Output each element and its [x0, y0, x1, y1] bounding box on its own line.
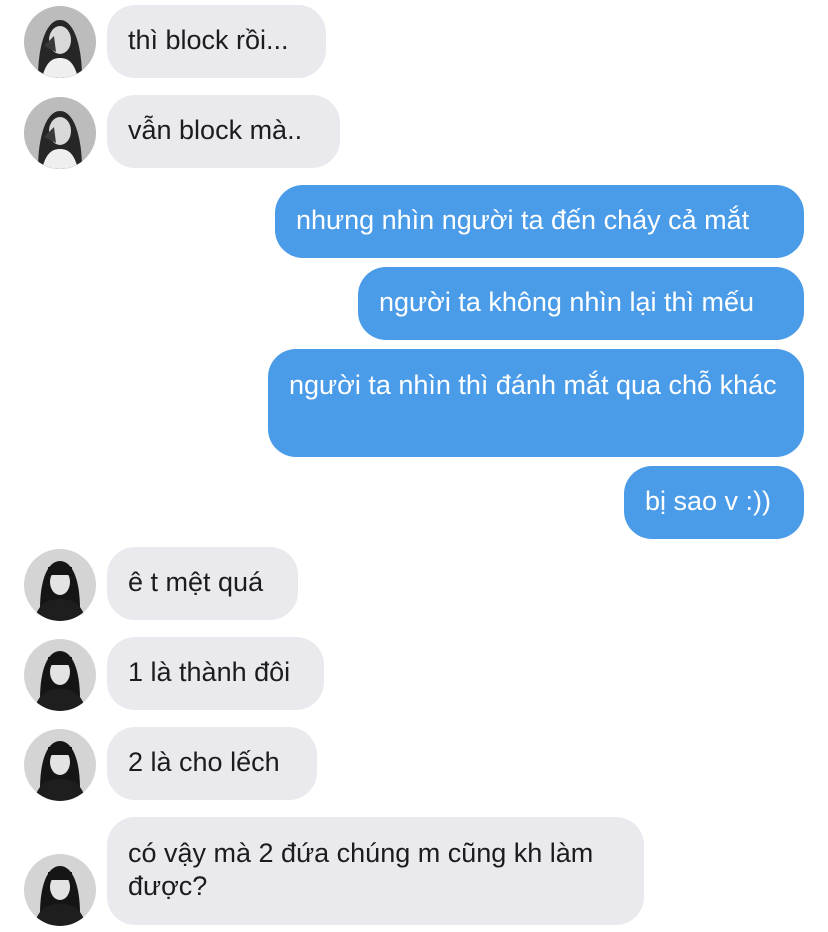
message-bubble-incoming[interactable]: 2 là cho lếch	[107, 727, 317, 800]
message-text: có vậy mà 2 đứa chúng m cũng kh làm được…	[128, 838, 594, 901]
user-avatar-photo-icon	[24, 549, 96, 621]
contact-avatar-b[interactable]	[24, 639, 96, 711]
message-text: người ta nhìn thì đánh mắt qua chỗ khác	[289, 370, 777, 400]
message-text: ê t mệt quá	[128, 567, 264, 597]
message-bubble-incoming[interactable]: vẫn block mà..	[107, 95, 340, 168]
contact-avatar-a[interactable]	[24, 6, 96, 78]
message-text: người ta không nhìn lại thì mếu	[379, 287, 755, 317]
message-bubble-incoming[interactable]: ê t mệt quá	[107, 547, 298, 620]
message-text: 2 là cho lếch	[128, 747, 280, 777]
user-avatar-photo-icon	[24, 729, 96, 801]
message-text: thì block rồi...	[128, 25, 289, 55]
message-bubble-outgoing[interactable]: bị sao v :))	[624, 466, 804, 539]
message-text: vẫn block mà..	[128, 115, 303, 145]
user-avatar-photo-icon	[24, 6, 96, 78]
message-text: 1 là thành đôi	[128, 657, 291, 687]
user-avatar-photo-icon	[24, 97, 96, 169]
message-bubble-incoming[interactable]: có vậy mà 2 đứa chúng m cũng kh làm được…	[107, 817, 644, 925]
contact-avatar-b[interactable]	[24, 729, 96, 801]
contact-avatar-a[interactable]	[24, 97, 96, 169]
contact-avatar-b[interactable]	[24, 549, 96, 621]
contact-avatar-b[interactable]	[24, 854, 96, 926]
user-avatar-photo-icon	[24, 854, 96, 926]
user-avatar-photo-icon	[24, 639, 96, 711]
message-bubble-outgoing[interactable]: người ta nhìn thì đánh mắt qua chỗ khác	[268, 349, 804, 457]
message-bubble-incoming[interactable]: 1 là thành đôi	[107, 637, 324, 710]
message-text: nhưng nhìn người ta đến cháy cả mắt	[296, 205, 750, 235]
message-bubble-incoming[interactable]: thì block rồi...	[107, 5, 326, 78]
message-bubble-outgoing[interactable]: nhưng nhìn người ta đến cháy cả mắt	[275, 185, 804, 258]
message-text: bị sao v :))	[645, 486, 772, 516]
message-bubble-outgoing[interactable]: người ta không nhìn lại thì mếu	[358, 267, 804, 340]
